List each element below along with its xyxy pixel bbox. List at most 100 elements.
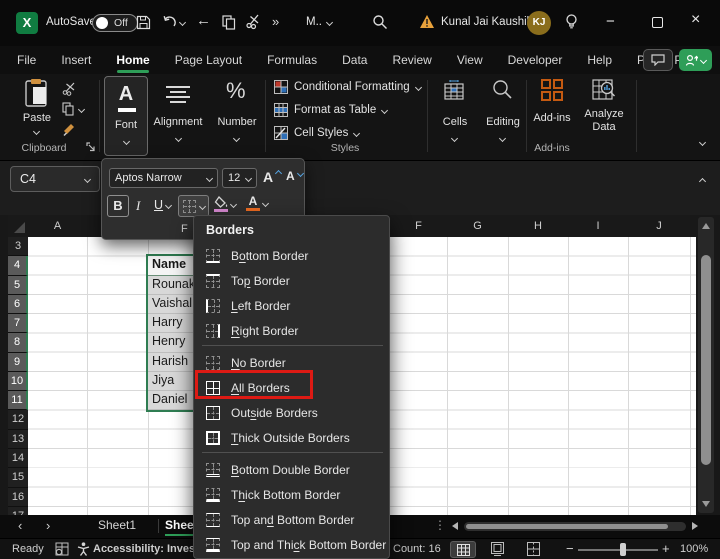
font-size-combo[interactable]: 12: [222, 168, 257, 188]
menu-item-outside-borders[interactable]: Outside Borders: [194, 400, 389, 425]
row-header-14[interactable]: 14: [8, 449, 28, 468]
page-break-view-button[interactable]: [526, 542, 541, 556]
row-header-8[interactable]: 8: [8, 333, 28, 352]
bold-button[interactable]: B: [107, 195, 129, 217]
menu-item-no-border[interactable]: No Border: [194, 350, 389, 375]
minimize-button[interactable]: −: [606, 13, 615, 30]
tab-options-dots-icon[interactable]: ⋮: [434, 518, 446, 532]
warning-icon[interactable]: [419, 14, 435, 29]
hscroll-right-icon[interactable]: [692, 522, 698, 530]
alignment-button-label[interactable]: Alignment: [148, 116, 208, 128]
row-header-10[interactable]: 10: [8, 372, 28, 391]
row-header-11[interactable]: 11: [8, 391, 28, 410]
row-header-9[interactable]: 9: [8, 353, 28, 372]
row-header-5[interactable]: 5: [8, 276, 28, 295]
italic-button[interactable]: I: [136, 198, 140, 214]
column-header-j[interactable]: J: [628, 215, 690, 237]
menu-item-left-border[interactable]: Left Border: [194, 293, 389, 318]
tab-insert[interactable]: Insert: [60, 53, 92, 67]
select-all-corner[interactable]: [8, 215, 28, 237]
increase-font-size-button[interactable]: A: [263, 169, 281, 185]
menu-item-bottom-border[interactable]: Bottom Border: [194, 243, 389, 268]
analyze-data-label[interactable]: Analyze Data: [576, 108, 632, 134]
collapse-ribbon-chevron-icon[interactable]: [699, 139, 706, 146]
decrease-font-size-button[interactable]: A: [286, 169, 303, 183]
zoom-level[interactable]: 100%: [680, 543, 708, 555]
underline-button[interactable]: U: [154, 198, 171, 212]
more-commands-icon[interactable]: »: [272, 14, 279, 29]
cells-button-label[interactable]: Cells: [432, 116, 478, 128]
copy-icon[interactable]: [222, 15, 236, 30]
next-sheet-icon[interactable]: ›: [46, 518, 50, 533]
hscroll-left-icon[interactable]: [452, 522, 458, 530]
tab-review[interactable]: Review: [391, 53, 432, 67]
menu-item-thick-bottom-border[interactable]: Thick Bottom Border: [194, 482, 389, 507]
font-name-combo[interactable]: Aptos Narrow: [109, 168, 218, 188]
close-button[interactable]: ×: [691, 11, 700, 29]
back-arrow-icon[interactable]: ←: [196, 12, 211, 29]
row-header-12[interactable]: 12: [8, 410, 28, 429]
formula-bar-expand-icon[interactable]: [699, 178, 706, 185]
lightbulb-icon[interactable]: [564, 13, 579, 31]
conditional-formatting-button[interactable]: Conditional Formatting: [274, 80, 421, 94]
copy-button[interactable]: [62, 102, 84, 116]
scroll-up-icon[interactable]: [702, 223, 710, 229]
fill-color-button[interactable]: [214, 196, 236, 212]
menu-item-thick-outside-borders[interactable]: Thick Outside Borders: [194, 425, 389, 450]
undo-button[interactable]: [162, 15, 185, 29]
menu-item-right-border[interactable]: Right Border: [194, 318, 389, 343]
maximize-button[interactable]: [652, 17, 663, 28]
sheet-tab-sheet1[interactable]: Sheet1: [98, 515, 136, 536]
user-name[interactable]: Kunal Jai Kaushik: [441, 16, 532, 28]
cell-styles-button[interactable]: Cell Styles: [274, 126, 359, 140]
column-header-a[interactable]: A: [28, 215, 87, 237]
menu-item-top-and-bottom-border[interactable]: Top and Bottom Border: [194, 507, 389, 532]
number-button-label[interactable]: Number: [212, 116, 262, 128]
tab-home[interactable]: Home: [115, 53, 150, 67]
tab-file[interactable]: File: [16, 53, 37, 67]
row-header-16[interactable]: 16: [8, 488, 28, 507]
borders-button[interactable]: [178, 195, 209, 217]
save-icon[interactable]: [136, 15, 151, 30]
paste-button[interactable]: [24, 78, 50, 108]
menu-item-top-border[interactable]: Top Border: [194, 268, 389, 293]
zoom-slider[interactable]: [578, 549, 658, 551]
avatar[interactable]: KJ: [527, 11, 551, 35]
clipboard-dialog-launcher-icon[interactable]: [86, 142, 96, 152]
autosave-toggle[interactable]: Off: [92, 14, 138, 32]
vertical-scrollbar-thumb[interactable]: [701, 255, 711, 465]
share-button[interactable]: [679, 49, 712, 71]
name-box[interactable]: C4: [10, 166, 100, 192]
sheet-tab-active[interactable]: Shee: [165, 515, 194, 536]
column-header-f[interactable]: F: [390, 215, 447, 237]
zoom-in-icon[interactable]: +: [662, 541, 670, 556]
tab-data[interactable]: Data: [341, 53, 368, 67]
format-as-table-button[interactable]: Format as Table: [274, 103, 387, 117]
tab-help[interactable]: Help: [586, 53, 613, 67]
row-header-4[interactable]: 4: [8, 256, 28, 275]
comments-button[interactable]: [643, 49, 673, 71]
row-header-13[interactable]: 13: [8, 430, 28, 449]
tab-page-layout[interactable]: Page Layout: [174, 53, 243, 67]
tab-formulas[interactable]: Formulas: [266, 53, 318, 67]
tab-developer[interactable]: Developer: [507, 53, 564, 67]
menu-item-top-and-thick-bottom-border[interactable]: Top and Thick Bottom Border: [194, 532, 389, 557]
format-painter-button[interactable]: [62, 122, 77, 137]
qat-truncated-item[interactable]: M..: [306, 16, 332, 28]
editing-button-label[interactable]: Editing: [480, 116, 526, 128]
cut-button[interactable]: [62, 82, 76, 96]
row-header-15[interactable]: 15: [8, 468, 28, 487]
vertical-scrollbar[interactable]: [698, 217, 714, 513]
menu-item-all-borders[interactable]: All Borders: [194, 375, 389, 400]
scroll-down-icon[interactable]: [702, 501, 710, 507]
search-icon[interactable]: [372, 14, 388, 30]
column-header-h[interactable]: H: [508, 215, 568, 237]
menu-item-bottom-double-border[interactable]: Bottom Double Border: [194, 457, 389, 482]
column-header-g[interactable]: G: [447, 215, 508, 237]
zoom-out-icon[interactable]: −: [566, 541, 574, 556]
row-header-6[interactable]: 6: [8, 295, 28, 314]
row-header-7[interactable]: 7: [8, 314, 28, 333]
font-group-button[interactable]: A Font: [104, 76, 148, 156]
excel-logo-icon[interactable]: X: [16, 12, 38, 34]
prev-sheet-icon[interactable]: ‹: [18, 518, 22, 533]
